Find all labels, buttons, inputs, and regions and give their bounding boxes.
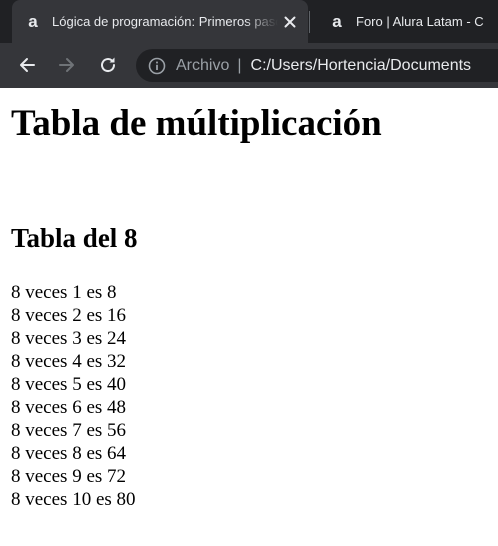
multiplication-row: 8 veces 1 es 8 <box>11 282 117 303</box>
table-subtitle: Tabla del 8 <box>11 223 138 253</box>
tab-title: Lógica de programación: Primeros pasos <box>52 14 278 29</box>
browser-toolbar: Archivo | C:/Users/Hortencia/Documents <box>0 43 498 88</box>
multiplication-row: 8 veces 2 es 16 <box>11 305 127 326</box>
browser-window: a Lógica de programación: Primeros pasos… <box>0 0 498 546</box>
info-icon[interactable] <box>148 57 166 75</box>
multiplication-row: 8 veces 8 es 64 <box>11 443 127 464</box>
svg-text:a: a <box>28 13 38 31</box>
multiplication-row: 8 veces 7 es 56 <box>11 420 127 441</box>
arrow-left-icon <box>20 58 35 72</box>
reload-icon <box>101 57 116 73</box>
svg-text:a: a <box>332 13 342 31</box>
reload-button[interactable] <box>94 51 122 79</box>
close-tab-icon[interactable] <box>278 10 302 34</box>
tab-divider <box>309 11 310 33</box>
multiplication-list: 8 veces 1 es 8 8 veces 2 es 16 8 veces 3… <box>11 281 136 511</box>
arrow-right-icon <box>59 58 74 72</box>
forward-button[interactable] <box>53 51 81 79</box>
multiplication-row: 8 veces 10 es 80 <box>11 489 136 510</box>
page-title: Tabla de múltiplicación <box>11 103 382 144</box>
multiplication-row: 8 veces 6 es 48 <box>11 397 127 418</box>
multiplication-row: 8 veces 9 es 72 <box>11 466 127 487</box>
address-bar[interactable]: Archivo | C:/Users/Hortencia/Documents <box>136 49 498 82</box>
alura-a-icon: a <box>24 13 42 31</box>
tab-foro-alura[interactable]: a Foro | Alura Latam - C <box>316 0 498 43</box>
multiplication-row: 8 veces 5 es 40 <box>11 374 127 395</box>
back-button[interactable] <box>13 51 41 79</box>
page-content: Tabla de múltiplicación Tabla del 8 8 ve… <box>0 88 498 546</box>
url-text[interactable]: C:/Users/Hortencia/Documents <box>251 57 472 75</box>
tab-title: Foro | Alura Latam - C <box>356 14 484 29</box>
tab-strip: a Lógica de programación: Primeros pasos… <box>0 0 498 43</box>
file-chip-label: Archivo <box>176 56 230 74</box>
tab-logica-programacion[interactable]: a Lógica de programación: Primeros pasos <box>12 0 308 43</box>
multiplication-row: 8 veces 4 es 32 <box>11 351 127 372</box>
multiplication-row: 8 veces 3 es 24 <box>11 328 127 349</box>
alura-a-icon: a <box>328 13 346 31</box>
chip-separator: | <box>237 56 242 74</box>
